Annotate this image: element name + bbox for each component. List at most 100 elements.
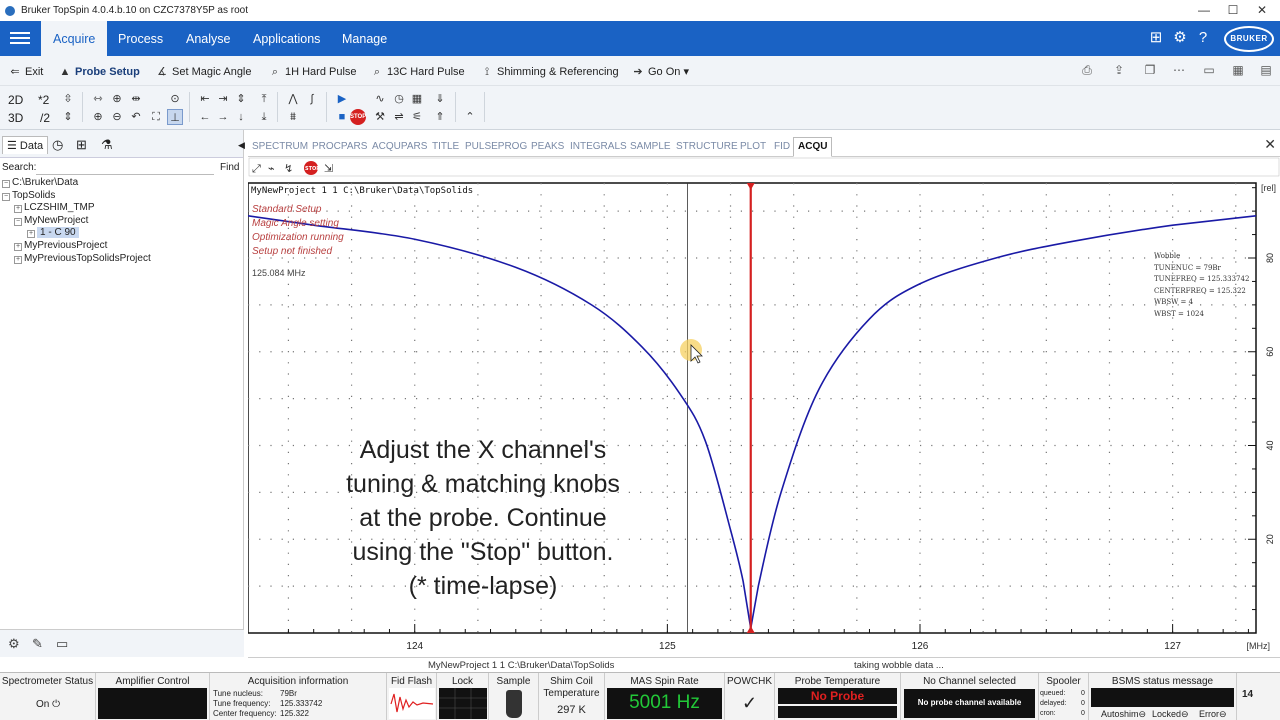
gear-icon[interactable]: ⚙: [1170, 28, 1190, 48]
tree-item-myprevioustopsolidsproject[interactable]: + MyPreviousTopSolidsProject: [14, 253, 151, 265]
last-icon[interactable]: ⇥: [215, 91, 231, 107]
tree-item-experiment[interactable]: +1 - C 90: [27, 227, 79, 239]
spin-icon[interactable]: ⇌: [391, 109, 407, 125]
scale-up-down-icon[interactable]: ⇳: [60, 91, 76, 107]
fid-flash[interactable]: Fid Flash: [387, 673, 437, 720]
scale-arrows-icon[interactable]: ⇕: [60, 109, 76, 125]
set-magic-angle-button[interactable]: ∡ Set Magic Angle: [155, 63, 251, 81]
tab-procpars[interactable]: PROCPARS: [312, 138, 367, 156]
tab-history[interactable]: ◷: [52, 136, 63, 154]
amplifier-control[interactable]: Amplifier Control: [96, 673, 210, 720]
download-icon[interactable]: ⇓: [432, 91, 448, 107]
fid-icon[interactable]: ▦: [409, 91, 425, 107]
menu-applications[interactable]: Applications: [241, 21, 332, 56]
exit-button[interactable]: ⇐ Exit: [8, 63, 43, 81]
minimize-button[interactable]: —: [1188, 0, 1220, 21]
close-dataset-icon[interactable]: ✕: [1264, 136, 1276, 153]
menu-acquire[interactable]: Acquire: [41, 21, 108, 56]
export-icon[interactable]: ⇪: [1110, 63, 1128, 79]
peak-icon[interactable]: ⋀: [285, 91, 301, 107]
help-icon[interactable]: ?: [1193, 28, 1213, 48]
wobble-icon[interactable]: ∿: [372, 91, 388, 107]
mini-tool-icon[interactable]: ⌁: [268, 162, 275, 175]
shimming-referencing-button[interactable]: ⟟ Shimming & Referencing: [480, 63, 619, 81]
print-icon[interactable]: ⎙: [1078, 63, 1096, 79]
stop-square-icon[interactable]: ■: [334, 109, 350, 125]
right-icon[interactable]: →: [215, 109, 231, 125]
sample-status[interactable]: Sample: [489, 673, 539, 720]
tab-data[interactable]: ☰ Data: [2, 136, 49, 154]
collapse-panel-icon[interactable]: ◀: [238, 136, 245, 154]
mini-tool-icon[interactable]: ⤢: [252, 162, 261, 175]
tree-item-mynewproject[interactable]: − MyNewProject: [14, 215, 88, 227]
tab-acqupars[interactable]: ACQUPARS: [372, 138, 427, 156]
shift-up-down-icon[interactable]: ⇕: [233, 91, 249, 107]
table-layout-icon[interactable]: ▦: [1229, 63, 1247, 79]
baseline-icon[interactable]: ⊥: [167, 109, 183, 125]
window-layout-icon[interactable]: ▭: [1200, 63, 1218, 79]
zoom-in-icon[interactable]: ⊕: [90, 109, 106, 125]
comment-icon[interactable]: ▭: [56, 636, 68, 652]
2d-button[interactable]: 2D: [8, 92, 23, 108]
expand-horizontal-icon[interactable]: ⇿: [90, 91, 106, 107]
play-icon[interactable]: ▶: [334, 91, 350, 107]
tree-item-topsolids[interactable]: − TopSolids: [2, 190, 55, 202]
tab-layout[interactable]: ⊞: [76, 136, 87, 154]
undo-zoom-icon[interactable]: ↶: [128, 109, 144, 125]
tab-pulseprog[interactable]: PULSEPROG: [465, 138, 527, 156]
search-input[interactable]: [36, 161, 214, 175]
divide-2-button[interactable]: /2: [40, 110, 50, 126]
1h-hard-pulse-button[interactable]: ⌕ 1H Hard Pulse: [268, 63, 357, 81]
tab-acqu[interactable]: ACQU: [793, 137, 833, 157]
go-on-button[interactable]: ➔ Go On ▾: [631, 63, 689, 81]
powchk-status[interactable]: POWCHK ✓: [725, 673, 775, 720]
tab-peaks[interactable]: PEAKS: [531, 138, 564, 156]
tab-structure[interactable]: STRUCTURE: [676, 138, 738, 156]
close-button[interactable]: ✕: [1246, 0, 1278, 21]
spectrum-window[interactable]: ⤢ ⌁ ↯ STOP ⇲ 124 125 126 127 20 40 60 80 MyNewP…: [248, 157, 1280, 655]
shim-coil-temperature[interactable]: Shim Coil Temperature 297 K: [539, 673, 605, 720]
acquisition-information[interactable]: Acquisition information Tune nucleus: 79…: [210, 673, 387, 720]
tree-item-bruker-data[interactable]: − C:\Bruker\Data: [2, 177, 78, 189]
panel-layout-icon[interactable]: ▤: [1257, 63, 1275, 79]
layout-icon[interactable]: ⊞: [1146, 28, 1166, 48]
multiplet-icon[interactable]: ⩩: [285, 109, 301, 125]
spooler-status[interactable]: Spooler queued: 0 delayed: 0 cron: 0: [1039, 673, 1089, 720]
copy-icon[interactable]: ❐: [1141, 63, 1159, 79]
stop-icon[interactable]: STOP: [350, 109, 366, 125]
probe-tool-icon[interactable]: ⚒: [372, 109, 388, 125]
maximize-button[interactable]: ☐: [1217, 0, 1249, 21]
tree-item-mypreviousproject[interactable]: + MyPreviousProject: [14, 240, 107, 252]
3d-button[interactable]: 3D: [8, 110, 23, 126]
tab-spectrum[interactable]: SPECTRUM: [252, 138, 308, 156]
hamburger-menu-icon[interactable]: [10, 29, 30, 47]
shim-tool-icon[interactable]: ⚟: [409, 109, 425, 125]
bottom-icon[interactable]: ⤓: [256, 109, 272, 125]
zoom-out-icon[interactable]: ⊖: [109, 109, 125, 125]
full-width-icon[interactable]: ⇹: [128, 91, 144, 107]
left-icon[interactable]: ←: [197, 109, 213, 125]
zoom-magnifier-icon[interactable]: ⊙: [167, 91, 183, 107]
mini-tool-icon[interactable]: ↯: [284, 162, 293, 175]
settings-icon[interactable]: ⚙: [8, 636, 20, 652]
tab-title[interactable]: TITLE: [432, 138, 459, 156]
lock-display[interactable]: Lock: [437, 673, 489, 720]
more-icon[interactable]: ⋯: [1170, 63, 1188, 79]
tab-plot[interactable]: PLOT: [740, 138, 766, 156]
bsms-status[interactable]: BSMS status message Autoshim⊖ Locked⊖ Er…: [1089, 673, 1237, 720]
zoom-icon[interactable]: ⊕: [109, 91, 125, 107]
tab-sample[interactable]: SAMPLE: [630, 138, 671, 156]
spectrometer-status[interactable]: Spectrometer Status On ⏻: [0, 673, 96, 720]
multiply-2-button[interactable]: *2: [38, 92, 49, 108]
top-icon[interactable]: ⤒: [256, 91, 272, 107]
menu-process[interactable]: Process: [106, 21, 175, 56]
collapse-icon[interactable]: ⌃: [462, 109, 478, 125]
tab-integrals[interactable]: INTEGRALS: [570, 138, 627, 156]
lift-icon[interactable]: ⇑: [432, 109, 448, 125]
tab-fid[interactable]: FID: [774, 138, 790, 156]
menu-analyse[interactable]: Analyse: [174, 21, 242, 56]
tree-item-lczshim[interactable]: + LCZSHIM_TMP: [14, 202, 95, 214]
menu-manage[interactable]: Manage: [330, 21, 399, 56]
mas-spin-rate[interactable]: MAS Spin Rate 5001 Hz: [605, 673, 725, 720]
find-button[interactable]: Find: [220, 162, 239, 173]
